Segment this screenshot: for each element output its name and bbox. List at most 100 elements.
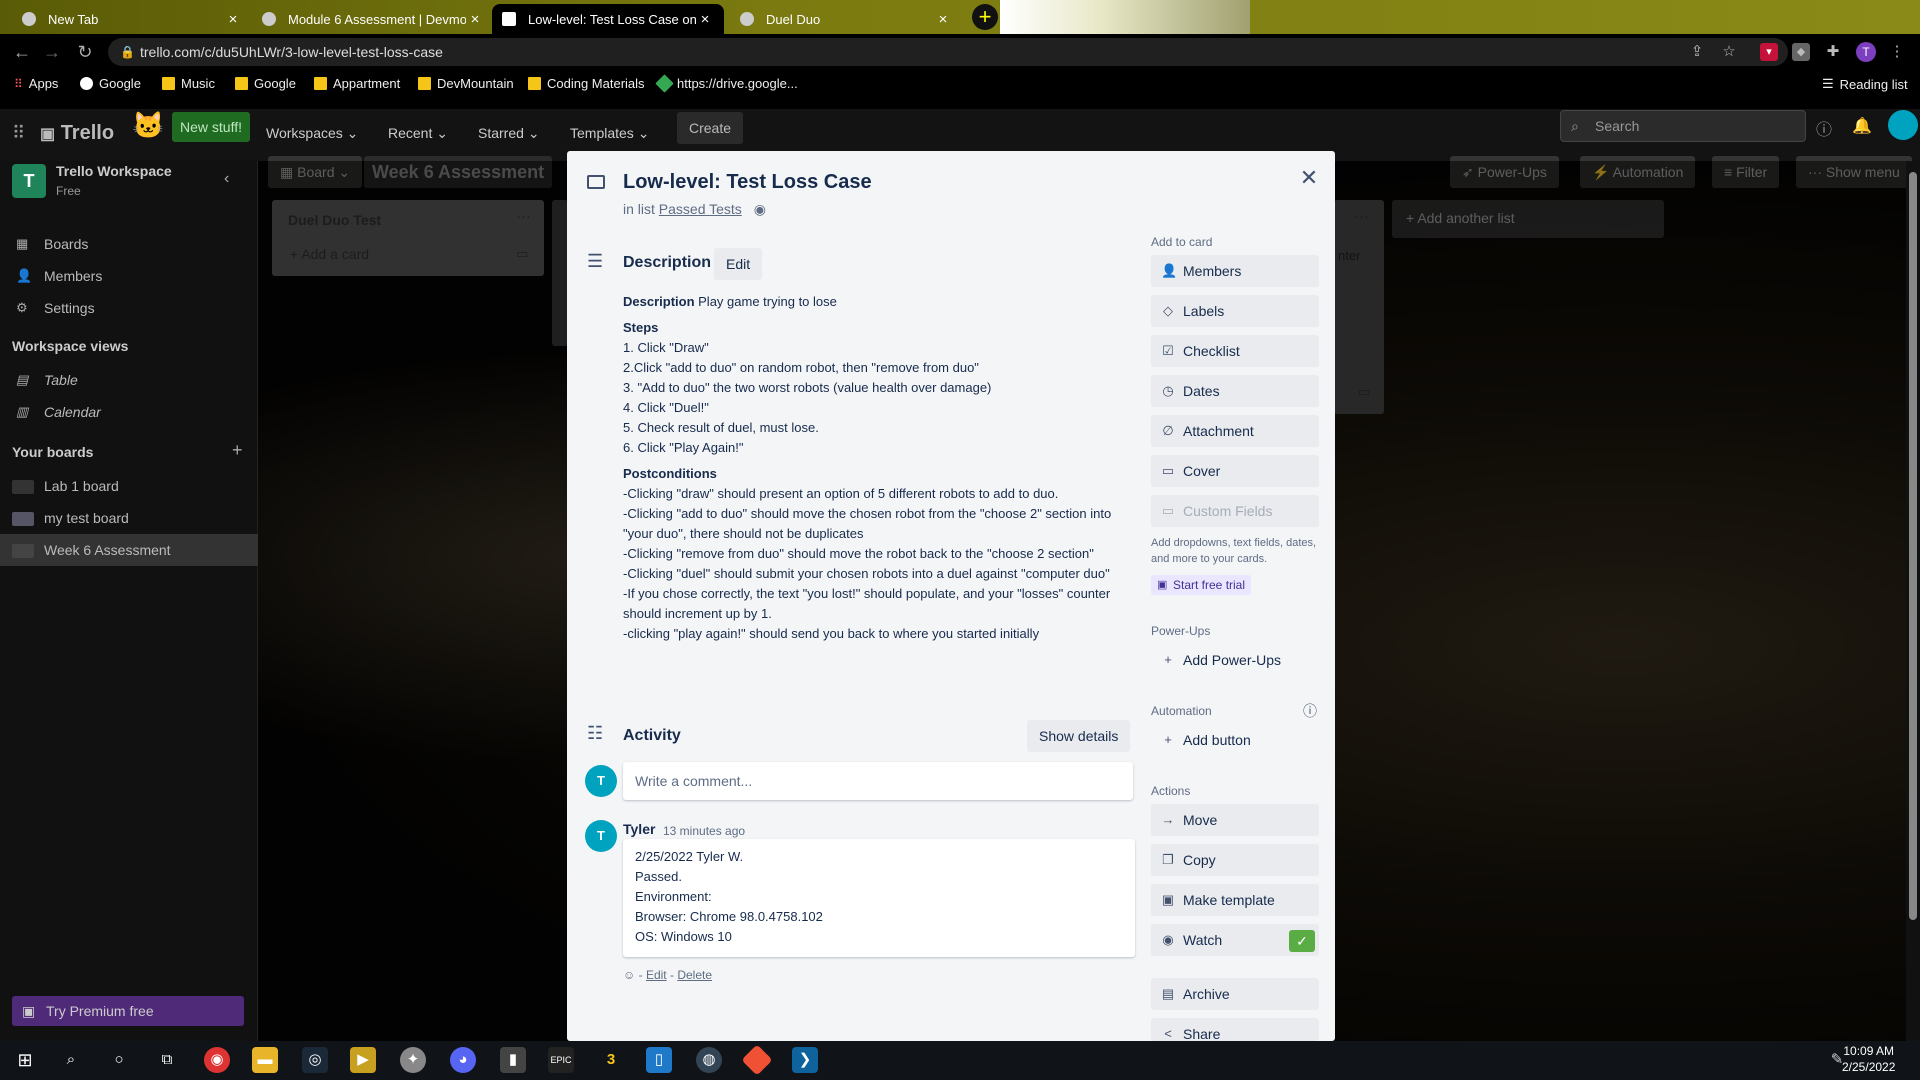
edit-comment-link[interactable]: Edit xyxy=(646,968,667,982)
discord-icon[interactable]: ◕ xyxy=(450,1047,476,1073)
create-button[interactable]: Create xyxy=(677,112,744,144)
new-stuff-button[interactable]: New stuff! xyxy=(172,112,250,142)
workspace-name[interactable]: Trello Workspace xyxy=(56,163,172,179)
tab-module-6[interactable]: Module 6 Assessment | Devmoun × xyxy=(252,4,494,34)
workspaces-menu[interactable]: Workspaces ⌄ xyxy=(258,117,366,149)
sidebar-item-members[interactable]: 👤 Members xyxy=(0,260,258,292)
sidebar-item-settings[interactable]: ⚙ Settings xyxy=(0,292,258,324)
comment-author[interactable]: Tyler xyxy=(623,821,655,837)
back-icon[interactable]: ← xyxy=(10,42,34,63)
share-button[interactable]: < Share xyxy=(1151,1018,1319,1041)
watch-check-icon[interactable]: ✓ xyxy=(1289,930,1315,952)
comment-timestamp[interactable]: 13 minutes ago xyxy=(663,824,745,838)
extensions-puzzle-icon[interactable]: ✚ xyxy=(1824,43,1842,61)
new-tab-button[interactable]: + xyxy=(972,4,998,30)
globe-icon[interactable]: ◍ xyxy=(696,1047,722,1073)
avatar[interactable]: T xyxy=(585,765,617,797)
info-icon[interactable]: ⓘ xyxy=(1303,701,1317,721)
bookmark-google-folder[interactable]: Google xyxy=(235,76,296,91)
steam-icon[interactable]: ◎ xyxy=(302,1047,328,1073)
delete-comment-link[interactable]: Delete xyxy=(677,968,712,982)
info-icon[interactable]: ⓘ xyxy=(1816,116,1832,140)
address-bar[interactable]: 🔒 trello.com/c/du5UhLWr/3-low-level-test-… xyxy=(108,38,1788,66)
user-avatar[interactable] xyxy=(1888,110,1918,140)
starred-menu[interactable]: Starred ⌄ xyxy=(470,117,548,149)
bookmark-google-drive[interactable]: https://drive.google... xyxy=(655,74,798,93)
bookmark-coding-materials[interactable]: Coding Materials xyxy=(528,76,645,91)
close-tab-icon[interactable]: × xyxy=(224,11,242,28)
sidebar-item-calendar[interactable]: ▥ Calendar xyxy=(0,396,258,428)
star-icon[interactable]: ☆ xyxy=(1720,43,1738,61)
sidebar-item-boards[interactable]: ▦ Boards xyxy=(0,228,258,260)
members-button[interactable]: 👤 Members xyxy=(1151,255,1319,287)
close-icon[interactable]: ✕ xyxy=(1295,165,1323,191)
close-tab-icon[interactable]: × xyxy=(466,11,484,28)
attachment-button[interactable]: ∅ Attachment xyxy=(1151,415,1319,447)
collapse-sidebar-icon[interactable]: ‹ xyxy=(224,170,229,188)
templates-menu[interactable]: Templates ⌄ xyxy=(562,117,657,149)
cover-button[interactable]: ▭ Cover xyxy=(1151,455,1319,487)
card-title[interactable]: Low-level: Test Loss Case xyxy=(623,171,872,194)
archive-button[interactable]: ▤ Archive xyxy=(1151,978,1319,1010)
bell-icon[interactable]: 🔔 xyxy=(1852,116,1872,136)
recent-menu[interactable]: Recent ⌄ xyxy=(380,117,456,149)
sidebar-item-table[interactable]: ▤ Table xyxy=(0,364,258,396)
share-icon[interactable]: ⇪ xyxy=(1688,43,1706,61)
extension-icon[interactable]: ▾ xyxy=(1760,43,1778,61)
reading-list[interactable]: ☰ Reading list xyxy=(1822,76,1908,92)
bookmark-appartment[interactable]: Appartment xyxy=(314,76,400,91)
emoji-reaction-icon[interactable]: ☺ xyxy=(623,968,635,982)
tab-duel-duo[interactable]: Duel Duo × xyxy=(730,4,962,34)
task-view-icon[interactable]: ⧉ xyxy=(154,1047,180,1073)
extension-icon[interactable]: ◆ xyxy=(1792,43,1810,61)
add-board-icon[interactable]: + xyxy=(232,440,243,461)
add-automation-button[interactable]: + Add button xyxy=(1151,724,1319,756)
app-icon[interactable]: ▮ xyxy=(500,1047,526,1073)
tab-new-tab[interactable]: New Tab × xyxy=(12,4,252,34)
sidebar-board-my-test[interactable]: my test board xyxy=(0,502,258,534)
bookmark-google[interactable]: Google xyxy=(80,76,141,91)
search-input[interactable]: ⌕ Search xyxy=(1560,110,1806,142)
game-launcher-icon[interactable]: ✦ xyxy=(400,1047,426,1073)
edit-description-button[interactable]: Edit xyxy=(714,248,763,280)
close-tab-icon[interactable]: × xyxy=(934,11,952,28)
app-icon[interactable]: 3 xyxy=(598,1047,624,1073)
kebab-menu-icon[interactable]: ⋮ xyxy=(1888,43,1906,61)
taskbar-clock[interactable]: 10:09 AM 2/25/2022 xyxy=(1842,1043,1895,1075)
close-tab-icon[interactable]: × xyxy=(696,11,714,28)
start-free-trial-button[interactable]: ▣ Start free trial xyxy=(1151,575,1252,595)
make-template-button[interactable]: ▣ Make template xyxy=(1151,884,1319,916)
dates-button[interactable]: ◷ Dates xyxy=(1151,375,1319,407)
trello-logo[interactable]: ▣ Trello xyxy=(40,117,114,151)
document-icon[interactable]: ▯ xyxy=(646,1047,672,1073)
app-switcher-icon[interactable]: ⠿ xyxy=(12,117,25,149)
show-details-button[interactable]: Show details xyxy=(1027,720,1131,752)
checklist-button[interactable]: ☑ Checklist xyxy=(1151,335,1319,367)
tab-trello-card[interactable]: Low-level: Test Loss Case on We× xyxy=(492,4,724,34)
profile-avatar[interactable]: T xyxy=(1856,42,1876,62)
labels-button[interactable]: ◇ Labels xyxy=(1151,295,1319,327)
scrollbar-thumb[interactable] xyxy=(1909,172,1917,920)
bookmark-devmountain[interactable]: DevMountain xyxy=(418,76,514,91)
avatar[interactable]: T xyxy=(585,820,617,852)
copy-button[interactable]: ❐ Copy xyxy=(1151,844,1319,876)
custom-fields-button[interactable]: ▭ Custom Fields xyxy=(1151,495,1319,527)
bookmark-apps[interactable]: ⠿ Apps xyxy=(14,76,58,91)
search-icon[interactable]: ⌕ xyxy=(58,1047,84,1073)
vscode-icon[interactable]: ❯ xyxy=(792,1047,818,1073)
eye-icon[interactable]: ◉ xyxy=(754,201,766,217)
epic-games-icon[interactable]: EPIC xyxy=(548,1047,574,1073)
file-explorer-icon[interactable]: ▬ xyxy=(252,1047,278,1073)
chrome-icon[interactable]: ◉ xyxy=(204,1047,230,1073)
media-player-icon[interactable]: ▶ xyxy=(350,1047,376,1073)
bookmark-music[interactable]: Music xyxy=(162,76,215,91)
list-link[interactable]: Passed Tests xyxy=(659,201,742,217)
reload-icon[interactable]: ↻ xyxy=(73,42,97,63)
forward-icon[interactable]: → xyxy=(40,42,64,63)
sidebar-board-week6[interactable]: Week 6 Assessment xyxy=(0,534,258,566)
cortana-icon[interactable]: ○ xyxy=(106,1047,132,1073)
sidebar-board-lab1[interactable]: Lab 1 board xyxy=(0,470,258,502)
move-button[interactable]: → Move xyxy=(1151,804,1319,836)
comment-input[interactable]: Write a comment... xyxy=(623,762,1133,800)
windows-start-icon[interactable]: ⊞ xyxy=(12,1047,38,1073)
